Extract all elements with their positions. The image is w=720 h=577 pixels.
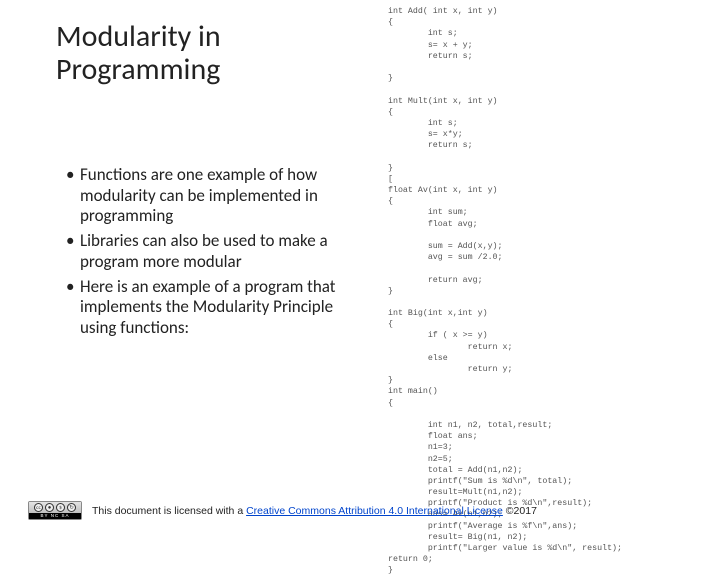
by-circle-icon: ● <box>45 503 54 512</box>
cc-badge-icon: cc ● $ ↻ BY NC SA <box>28 501 82 520</box>
bullet-item: Libraries can also be used to make a pro… <box>66 231 366 272</box>
cc-circle-icon: cc <box>34 503 43 512</box>
bullet-item: Functions are one example of how modular… <box>66 165 366 227</box>
license-link[interactable]: Creative Commons Attribution 4.0 Interna… <box>246 505 503 517</box>
title-line-2: Programming <box>56 53 221 86</box>
slide-title: Modularity in Programming <box>56 20 221 86</box>
bullet-list: Functions are one example of how modular… <box>66 165 366 343</box>
nc-circle-icon: $ <box>56 503 65 512</box>
slide: Modularity in Programming Functions are … <box>0 0 720 540</box>
license-prefix: This document is licensed with a <box>92 505 246 517</box>
bullet-text: Libraries can also be used to make a pro… <box>80 230 328 272</box>
license-suffix: ©2017 <box>503 505 537 517</box>
cc-badge-label: BY NC SA <box>29 513 81 519</box>
bullet-text: Here is an example of a program that imp… <box>80 276 335 338</box>
code-block: int Add( int x, int y) { int s; s= x + y… <box>388 6 688 577</box>
bullet-text: Functions are one example of how modular… <box>80 164 318 226</box>
bullet-item: Here is an example of a program that imp… <box>66 277 366 339</box>
title-line-1: Modularity in <box>56 20 221 53</box>
license-text: This document is licensed with a Creativ… <box>92 505 537 517</box>
sa-circle-icon: ↻ <box>67 503 76 512</box>
cc-badge-top: cc ● $ ↻ <box>29 502 81 513</box>
footer: cc ● $ ↻ BY NC SA This document is licen… <box>28 501 537 520</box>
